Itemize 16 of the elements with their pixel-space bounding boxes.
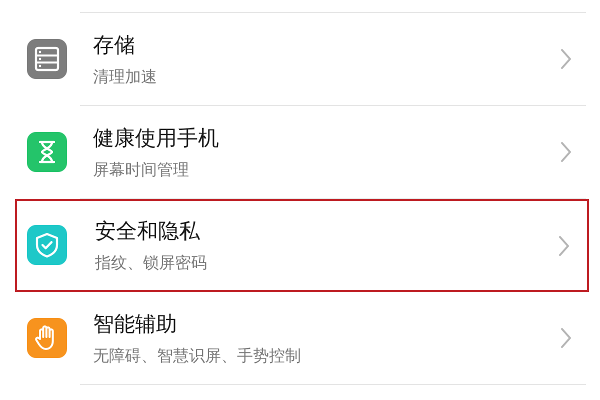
chevron-icon[interactable] bbox=[560, 141, 572, 163]
item-subtitle: 无障碍、智慧识屏、手势控制 bbox=[93, 346, 302, 366]
item-subtitle: 屏幕时间管理 bbox=[93, 160, 190, 180]
item-subtitle: 清理加速 bbox=[93, 66, 158, 88]
item-title: 健康使用手机 bbox=[93, 124, 220, 152]
item-title: 安全和隐私 bbox=[95, 218, 201, 245]
chevron-icon[interactable] bbox=[560, 48, 572, 70]
hand-icon bbox=[27, 318, 67, 358]
item-title: 存储 bbox=[93, 32, 136, 58]
item-subtitle: 指纹、锁屏密码 bbox=[95, 253, 208, 274]
item-title: 智能辅助 bbox=[93, 310, 178, 338]
storage-icon bbox=[27, 39, 67, 79]
hourglass-icon bbox=[27, 132, 67, 172]
chevron-icon[interactable] bbox=[560, 327, 572, 349]
shield-check-icon bbox=[27, 225, 67, 265]
chevron-icon[interactable] bbox=[558, 234, 570, 256]
